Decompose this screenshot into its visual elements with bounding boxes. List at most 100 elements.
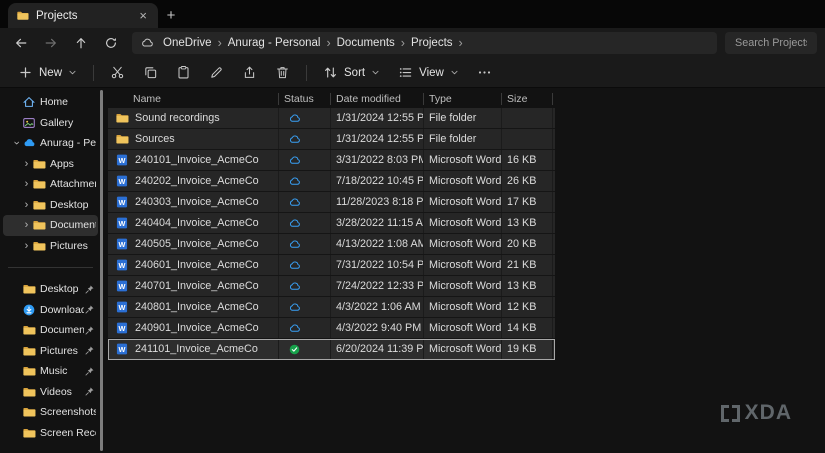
rename-icon <box>209 65 224 80</box>
file-row-241101-invoice-acmeco[interactable]: 241101_Invoice_AcmeCo 6/20/2024 11:39 PM M… <box>108 339 555 360</box>
word-doc-icon <box>115 342 129 356</box>
chevron-right-icon[interactable]: › <box>21 240 32 252</box>
file-status-cell <box>279 108 331 128</box>
breadcrumb-item-projects[interactable]: Projects <box>407 36 457 50</box>
column-header-size[interactable]: Size <box>502 90 553 108</box>
sidebar-item-gallery[interactable]: Gallery <box>3 113 98 134</box>
chevron-right-icon[interactable]: › <box>457 36 465 50</box>
sidebar-item-apps[interactable]: › Apps <box>3 154 98 175</box>
plus-icon <box>18 65 33 80</box>
file-name-cell: 240901_Invoice_AcmeCo <box>108 318 279 338</box>
sidebar-item-documents[interactable]: › Documents <box>3 215 98 236</box>
back-icon <box>14 36 28 50</box>
sidebar-item-screen-recordin[interactable]: Screen Recordin <box>3 423 98 444</box>
sidebar-item-label: Screen Recordin <box>40 426 96 439</box>
file-row-240801-invoice-acmeco[interactable]: 240801_Invoice_AcmeCo 4/3/2022 1:06 AM Mic… <box>108 297 555 318</box>
file-row-240202-invoice-acmeco[interactable]: 240202_Invoice_AcmeCo 7/18/2022 10:45 PM M… <box>108 171 555 192</box>
toolbar-divider <box>306 64 308 81</box>
sidebar-item-attachments[interactable]: › Attachments <box>3 174 98 195</box>
view-button[interactable]: View <box>390 61 467 84</box>
sidebar-item-documents[interactable]: Documents <box>3 320 98 341</box>
paste-button[interactable] <box>168 61 199 84</box>
sidebar-item-desktop[interactable]: Desktop <box>3 279 98 300</box>
file-row-240303-invoice-acmeco[interactable]: 240303_Invoice_AcmeCo 11/28/2023 8:18 PM M… <box>108 192 555 213</box>
file-size-cell: 20 KB <box>502 234 553 254</box>
breadcrumb-item-onedrive[interactable]: OneDrive <box>159 36 216 50</box>
file-row-sound-recordings[interactable]: Sound recordings 1/31/2024 12:55 PM File f… <box>108 108 555 129</box>
refresh-button[interactable] <box>98 31 124 55</box>
word-doc-icon <box>115 321 129 335</box>
breadcrumb-item-documents[interactable]: Documents <box>333 36 399 50</box>
tab-close-icon[interactable]: × <box>136 9 150 22</box>
search-box[interactable] <box>725 32 817 54</box>
chevron-right-icon[interactable]: › <box>21 219 32 231</box>
file-list-header: Name Status Date modified Type Size <box>108 90 555 108</box>
view-button-label: View <box>419 66 444 79</box>
file-row-240601-invoice-acmeco[interactable]: 240601_Invoice_AcmeCo 7/31/2022 10:54 PM M… <box>108 255 555 276</box>
file-row-240404-invoice-acmeco[interactable]: 240404_Invoice_AcmeCo 3/28/2022 11:15 AM M… <box>108 213 555 234</box>
file-size-cell <box>502 108 553 128</box>
sidebar-item-downloads[interactable]: Downloads <box>3 300 98 321</box>
synced-status-icon <box>288 343 301 356</box>
file-type-cell: Microsoft Word D... <box>424 171 502 191</box>
sidebar-item-videos[interactable]: Videos <box>3 382 98 403</box>
more-options-button[interactable] <box>469 61 500 84</box>
refresh-icon <box>104 36 118 50</box>
chevron-down-icon[interactable]: › <box>11 138 23 149</box>
file-name-cell: 240101_Invoice_AcmeCo <box>108 150 279 170</box>
file-row-sources[interactable]: Sources 1/31/2024 12:55 PM File folder <box>108 129 555 150</box>
toolbar-divider <box>93 64 95 81</box>
file-status-cell <box>279 234 331 254</box>
folder-icon <box>115 132 129 146</box>
sidebar-item-music[interactable]: Music <box>3 361 98 382</box>
file-name-cell: 240202_Invoice_AcmeCo <box>108 171 279 191</box>
chevron-right-icon[interactable]: › <box>399 36 407 50</box>
delete-button[interactable] <box>267 61 298 84</box>
chevron-right-icon[interactable]: › <box>216 36 224 50</box>
column-header-type[interactable]: Type <box>424 90 502 108</box>
column-header-name[interactable]: Name <box>108 90 279 108</box>
pin-icon <box>84 366 96 377</box>
cloud-status-icon <box>288 196 301 209</box>
back-button[interactable] <box>8 31 34 55</box>
sidebar-item-screenshots[interactable]: Screenshots <box>3 402 98 423</box>
chevron-right-icon[interactable]: › <box>324 36 332 50</box>
chevron-right-icon[interactable]: › <box>21 158 32 170</box>
share-button[interactable] <box>234 61 265 84</box>
pin-icon <box>84 345 96 356</box>
forward-button[interactable] <box>38 31 64 55</box>
file-name: 240901_Invoice_AcmeCo <box>135 322 259 334</box>
sort-button[interactable]: Sort <box>315 61 388 84</box>
file-row-240901-invoice-acmeco[interactable]: 240901_Invoice_AcmeCo 4/3/2022 9:40 PM Mic… <box>108 318 555 339</box>
address-bar[interactable]: OneDrive › Anurag - Personal › Documents… <box>132 32 717 54</box>
new-button[interactable]: New <box>10 61 85 84</box>
tab-projects[interactable]: Projects × <box>8 3 158 28</box>
chevron-right-icon[interactable]: › <box>21 199 32 211</box>
sidebar-item-label: Desktop <box>40 283 79 296</box>
file-row-240101-invoice-acmeco[interactable]: 240101_Invoice_AcmeCo 3/31/2022 8:03 PM Mi… <box>108 150 555 171</box>
copy-button[interactable] <box>135 61 166 84</box>
sidebar-item-pictures[interactable]: Pictures <box>3 341 98 362</box>
rename-button[interactable] <box>201 61 232 84</box>
file-row-240701-invoice-acmeco[interactable]: 240701_Invoice_AcmeCo 7/24/2022 12:33 PM M… <box>108 276 555 297</box>
search-input[interactable] <box>733 36 809 50</box>
new-tab-button[interactable]: + <box>158 3 184 28</box>
file-name-cell: 240701_Invoice_AcmeCo <box>108 276 279 296</box>
sidebar-scrollbar[interactable] <box>100 90 103 451</box>
sidebar-item-desktop[interactable]: › Desktop <box>3 195 98 216</box>
up-button[interactable] <box>68 31 94 55</box>
cut-button[interactable] <box>102 61 133 84</box>
breadcrumb-item-anurag-personal[interactable]: Anurag - Personal <box>224 36 325 50</box>
file-row-240505-invoice-acmeco[interactable]: 240505_Invoice_AcmeCo 4/13/2022 1:08 AM Mi… <box>108 234 555 255</box>
file-type-cell: Microsoft Word D... <box>424 318 502 338</box>
onedrive-location-icon <box>140 36 154 50</box>
sidebar-item-home[interactable]: Home <box>3 92 98 113</box>
column-header-date-modified[interactable]: Date modified <box>331 90 424 108</box>
file-size-cell: 16 KB <box>502 150 553 170</box>
sidebar-item-anurag-person[interactable]: › Anurag - Person <box>3 133 98 154</box>
sidebar-item-pictures[interactable]: › Pictures <box>3 236 98 257</box>
column-header-status[interactable]: Status <box>279 90 331 108</box>
file-date-cell: 1/31/2024 12:55 PM <box>331 129 424 149</box>
cloud-status-icon <box>288 280 301 293</box>
chevron-right-icon[interactable]: › <box>21 178 32 190</box>
